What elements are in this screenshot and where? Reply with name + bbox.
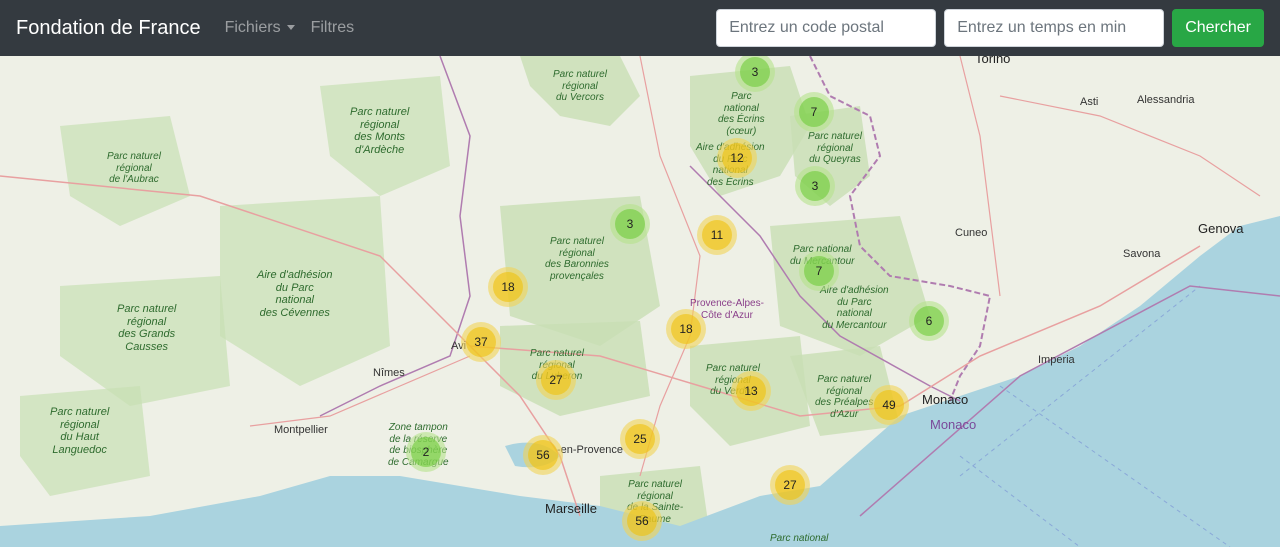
cluster-count: 37 [466,327,496,357]
map-tiles [0,56,1280,547]
cluster-marker[interactable]: 13 [731,371,771,411]
cluster-marker[interactable]: 56 [622,501,662,541]
cluster-count: 27 [775,470,805,500]
cluster-count: 3 [740,57,770,87]
cluster-count: 49 [874,390,904,420]
cluster-count: 27 [541,365,571,395]
cluster-count: 7 [799,97,829,127]
cluster-marker[interactable]: 18 [666,309,706,349]
map[interactable]: Torino Asti Alessandria Cuneo Genova Sav… [0,56,1280,547]
filters-menu[interactable]: Filtres [311,19,355,37]
navbar: Fondation de France Fichiers Filtres Che… [0,0,1280,56]
files-menu-label: Fichiers [224,19,281,36]
cluster-count: 13 [736,376,766,406]
files-menu[interactable]: Fichiers [225,19,295,37]
cluster-count: 12 [722,143,752,173]
cluster-count: 18 [493,272,523,302]
cluster-marker[interactable]: 27 [536,360,576,400]
cluster-marker[interactable]: 3 [795,166,835,206]
cluster-count: 56 [627,506,657,536]
time-input[interactable] [944,9,1165,47]
cluster-marker[interactable]: 12 [717,138,757,178]
cluster-marker[interactable]: 56 [523,435,563,475]
cluster-count: 56 [528,440,558,470]
cluster-count: 25 [625,424,655,454]
cluster-count: 7 [804,256,834,286]
cluster-marker[interactable]: 18 [488,267,528,307]
cluster-marker[interactable]: 2 [406,432,446,472]
cluster-count: 18 [671,314,701,344]
cluster-marker[interactable]: 7 [794,92,834,132]
cluster-marker[interactable]: 7 [799,251,839,291]
brand-title[interactable]: Fondation de France [16,17,201,40]
cluster-marker[interactable]: 11 [697,215,737,255]
cluster-marker[interactable]: 3 [610,204,650,244]
cluster-marker[interactable]: 49 [869,385,909,425]
search-button[interactable]: Chercher [1172,9,1264,47]
postal-code-input[interactable] [716,9,937,47]
cluster-count: 6 [914,306,944,336]
cluster-marker[interactable]: 37 [461,322,501,362]
cluster-count: 11 [702,220,732,250]
cluster-count: 3 [615,209,645,239]
cluster-count: 3 [800,171,830,201]
cluster-marker[interactable]: 27 [770,465,810,505]
search-form: Chercher [716,9,1264,47]
cluster-marker[interactable]: 25 [620,419,660,459]
cluster-count: 2 [411,437,441,467]
caret-down-icon [286,25,295,31]
cluster-marker[interactable]: 6 [909,301,949,341]
